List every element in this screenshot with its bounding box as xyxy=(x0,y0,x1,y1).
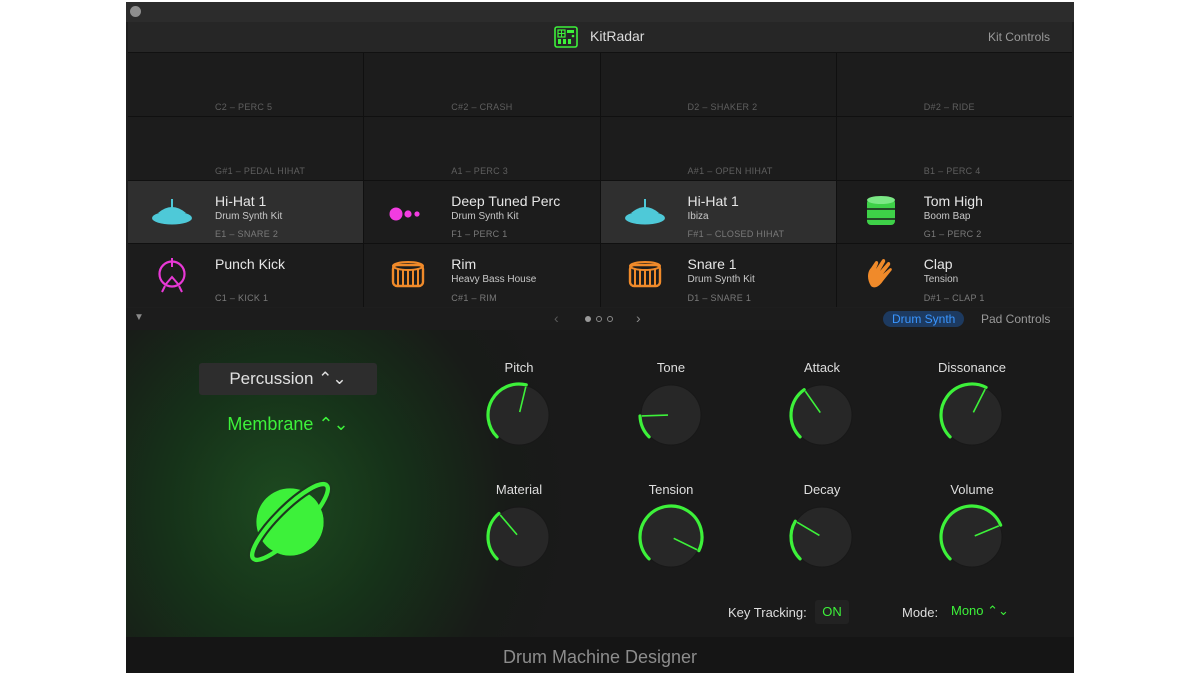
knob-label: Tone xyxy=(656,360,686,375)
planet-icon xyxy=(247,479,333,565)
drum-pad[interactable]: G#1 – PEDAL HIHAT xyxy=(128,116,364,180)
knob-label: Pitch xyxy=(504,360,534,375)
page-dot-3[interactable] xyxy=(607,316,613,322)
drum-pad[interactable]: Hi-Hat 1 Drum Synth Kit E1 – SNARE 2 xyxy=(128,180,364,244)
mode-label: Mode: xyxy=(902,605,939,620)
drum-synth-panel: Percussion ⌃⌄ Membrane ⌃⌄ Pitch Tone Attac… xyxy=(126,330,1074,637)
drum-machine-designer-window: KitRadar Kit Controls C2 – PERC 5 C#2 – C… xyxy=(126,2,1074,673)
pad-note-label: A#1 – OPEN HIHAT xyxy=(687,165,773,176)
pad-note-label: G#1 – PEDAL HIHAT xyxy=(215,165,306,176)
pad-navigation-bar: ▼ ‹ › Drum Synth Pad Controls xyxy=(126,308,1074,330)
knob-label: Attack xyxy=(803,360,841,375)
drum-pad[interactable]: Clap Tension D#1 – CLAP 1 xyxy=(836,244,1072,307)
window-close-button[interactable] xyxy=(130,6,141,17)
drum-pad[interactable]: C#2 – CRASH xyxy=(364,53,600,116)
knob-material[interactable] xyxy=(484,502,554,572)
pad-name: Rim xyxy=(451,256,477,273)
knob-tone[interactable] xyxy=(636,380,706,450)
drum-pad[interactable]: Tom High Boom Bap G1 – PERC 2 xyxy=(836,180,1072,244)
model-select[interactable]: Membrane ⌃⌄ xyxy=(186,414,390,435)
pad-note-label: C1 – KICK 1 xyxy=(215,293,269,303)
kit-controls-button[interactable]: Kit Controls xyxy=(988,30,1050,44)
previous-page-button[interactable]: ‹ xyxy=(554,310,559,326)
drum-pad[interactable]: Deep Tuned Perc Drum Synth Kit F1 – PERC 1 xyxy=(364,180,600,244)
next-page-button[interactable]: › xyxy=(636,310,641,326)
hihat-icon xyxy=(152,198,192,224)
drum-pad[interactable]: Rim Heavy Bass House C#1 – RIM xyxy=(364,244,600,307)
pad-kit-name: Ibiza xyxy=(687,210,709,222)
pad-name: Tom High xyxy=(923,192,983,209)
snare-drum-icon xyxy=(628,261,661,288)
page-dot-2[interactable] xyxy=(596,316,602,322)
snare-drum-icon xyxy=(392,261,425,288)
pad-note-label: C2 – PERC 5 xyxy=(215,101,273,112)
pad-note-label: C#2 – CRASH xyxy=(451,101,513,112)
knob-attack[interactable] xyxy=(787,380,857,450)
drum-pad[interactable]: A#1 – OPEN HIHAT xyxy=(600,116,836,180)
drum-pad[interactable]: Snare 1 Drum Synth Kit D1 – SNARE 1 xyxy=(600,244,836,307)
pad-name: Clap xyxy=(923,256,953,273)
kick-drum-icon xyxy=(158,258,186,293)
pad-kit-name: Drum Synth Kit xyxy=(451,210,519,222)
kit-name: KitRadar xyxy=(590,28,645,44)
pad-note-label: D#2 – RIDE xyxy=(923,101,975,112)
pad-note-label: C#1 – RIM xyxy=(451,293,497,303)
title-bar xyxy=(126,2,1074,22)
pad-name: Hi-Hat 1 xyxy=(215,192,267,209)
pad-note-label: G1 – PERC 2 xyxy=(923,229,982,240)
pad-note-label: E1 – SNARE 2 xyxy=(215,229,279,240)
pad-name: Hi-Hat 1 xyxy=(687,192,739,209)
knob-label: Material xyxy=(495,482,543,497)
hihat-icon xyxy=(624,198,665,224)
pad-note-label: F1 – PERC 1 xyxy=(451,229,508,240)
pad-kit-name: Heavy Bass House xyxy=(451,274,537,286)
drum-pad[interactable]: Hi-Hat 1 Ibiza F#1 – CLOSED HIHAT xyxy=(600,180,836,244)
pad-note-label: B1 – PERC 4 xyxy=(923,165,981,176)
knob-label: Decay xyxy=(803,482,841,497)
key-tracking-toggle[interactable]: ON xyxy=(815,600,849,624)
knob-label: Volume xyxy=(950,482,994,497)
drum-pad[interactable]: Punch Kick C1 – KICK 1 xyxy=(128,244,364,307)
knob-label: Dissonance xyxy=(938,360,1006,375)
pad-note-label: D2 – SHAKER 2 xyxy=(687,101,758,112)
pad-kit-name: Drum Synth Kit xyxy=(215,210,283,222)
tab-pad-controls[interactable]: Pad Controls xyxy=(981,311,1050,327)
pad-kit-name: Boom Bap xyxy=(923,210,971,222)
pad-kit-name: Tension xyxy=(923,274,959,286)
pad-name: Punch Kick xyxy=(215,256,286,273)
pad-name: Deep Tuned Perc xyxy=(451,192,561,209)
clap-hand-icon xyxy=(867,259,892,288)
drum-pad[interactable]: A1 – PERC 3 xyxy=(364,116,600,180)
footer-bar: Drum Machine Designer xyxy=(126,637,1074,673)
knob-tension[interactable] xyxy=(636,502,706,572)
pad-note-label: D1 – SNARE 1 xyxy=(687,293,752,303)
mode-select[interactable]: Mono ⌃⌄ xyxy=(951,603,1009,619)
drum-pad[interactable]: B1 – PERC 4 xyxy=(836,116,1072,180)
category-select[interactable]: Percussion ⌃⌄ xyxy=(199,363,377,395)
footer-title: Drum Machine Designer xyxy=(502,647,698,667)
tab-drum-synth[interactable]: Drum Synth xyxy=(883,311,965,327)
knob-label: Tension xyxy=(648,482,694,497)
knob-volume[interactable] xyxy=(937,502,1007,572)
collapse-toggle-icon[interactable]: ▼ xyxy=(134,312,144,323)
drum-pad-grid: C2 – PERC 5 C#2 – CRASH D2 – SHAKER 2 D#2 –… xyxy=(128,53,1072,307)
pad-note-label: A1 – PERC 3 xyxy=(451,165,509,176)
pad-name: Snare 1 xyxy=(687,256,737,273)
drum-pad[interactable]: D2 – SHAKER 2 xyxy=(600,53,836,116)
pad-note-label: F#1 – CLOSED HIHAT xyxy=(687,229,785,240)
perc-dots-icon xyxy=(389,207,420,220)
kit-header: KitRadar Kit Controls xyxy=(128,22,1072,53)
drum-pad[interactable]: C2 – PERC 5 xyxy=(128,53,364,116)
pad-kit-name: Drum Synth Kit xyxy=(687,274,755,286)
pad-note-label: D#1 – CLAP 1 xyxy=(923,293,985,303)
knob-dissonance[interactable] xyxy=(937,380,1007,450)
drum-machine-icon xyxy=(554,26,578,48)
key-tracking-label: Key Tracking: xyxy=(728,605,807,620)
knob-decay[interactable] xyxy=(787,502,857,572)
page-dot-1[interactable] xyxy=(585,316,591,322)
knob-pitch[interactable] xyxy=(484,380,554,450)
drum-pad[interactable]: D#2 – RIDE xyxy=(836,53,1072,116)
tom-drum-icon xyxy=(866,195,895,225)
